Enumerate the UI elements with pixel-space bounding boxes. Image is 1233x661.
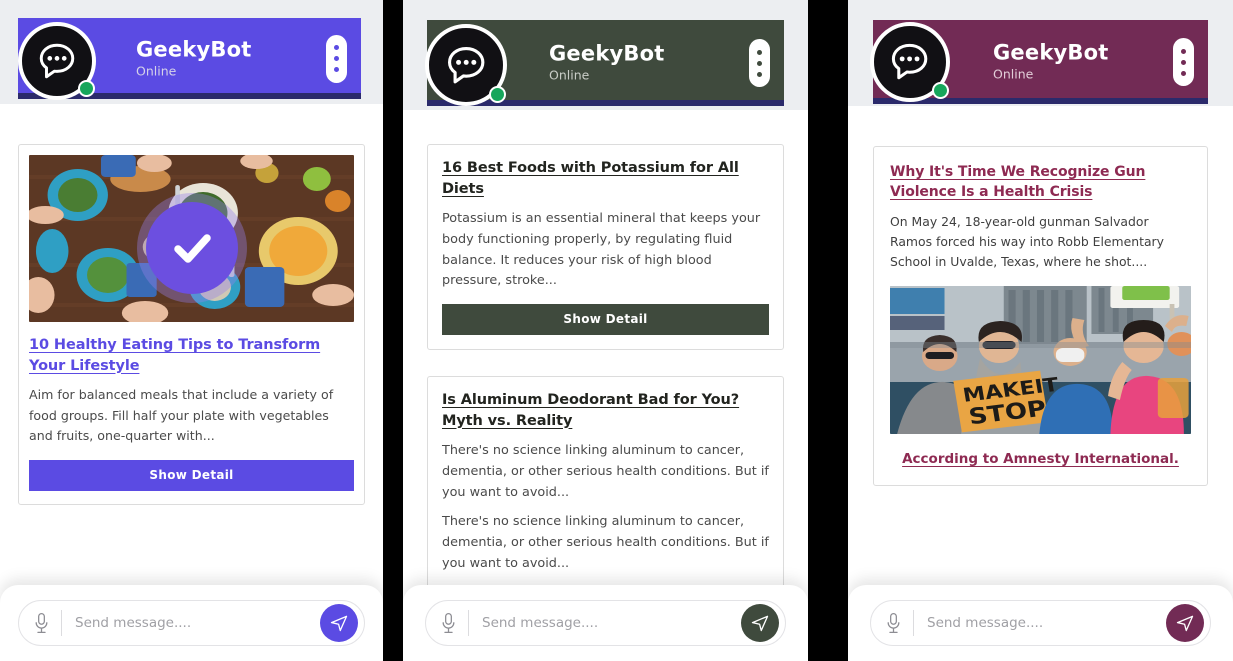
composer-pill[interactable] [18,600,365,646]
composer-pill[interactable] [870,600,1211,646]
article-card[interactable]: 16 Best Foods with Potassium for All Die… [427,144,784,351]
message-composer [848,585,1233,661]
avatar[interactable] [18,22,96,100]
send-paper-plane-icon [751,615,769,632]
article-snippet: There's no science linking aluminum to c… [442,443,769,500]
checkmark-glyph [173,234,211,263]
three-panel-chat-comparison: GeekyBot Online 10 Healthy Eating Tips t… [0,0,1233,661]
header-text-group: GeekyBot Online [136,37,251,78]
message-list: 10 Healthy Eating Tips to Transform Your… [0,104,383,661]
bot-name: GeekyBot [993,40,1109,65]
chat-panel-maroon: GeekyBot Online Why It's Time We Recogni… [848,0,1233,661]
kebab-dot [334,56,339,61]
composer-pill[interactable] [425,600,786,646]
article-snippet: On May 24, 18-year-old gunman Salvador R… [890,213,1164,269]
bot-status: Online [549,67,590,83]
avatar[interactable] [870,22,950,102]
message-list: 16 Best Foods with Potassium for All Die… [403,110,808,661]
article-card[interactable]: Why It's Time We Recognize Gun Violence … [873,146,1208,487]
article-snippet-repeat: There's no science linking aluminum to c… [442,514,769,571]
article-title[interactable]: Why It's Time We Recognize Gun Violence … [890,163,1191,203]
kebab-dot [757,49,762,55]
article-image-protest: MAKEIT STOP [890,286,1191,435]
show-detail-button[interactable]: Show Detail [29,460,354,492]
chat-panel-green: GeekyBot Online 16 Best Foods with Potas… [403,0,808,661]
chat-bubble-glyph [39,43,75,79]
article-snippet: Potassium is an essential mineral that k… [442,211,761,289]
chat-bubble-glyph [447,46,485,84]
message-input[interactable] [927,615,1166,631]
message-input[interactable] [482,615,741,631]
online-status-dot [489,86,506,103]
chat-panel-purple: GeekyBot Online 10 Healthy Eating Tips t… [0,0,383,661]
send-paper-plane-icon [1176,615,1194,632]
kebab-menu-icon[interactable] [749,39,770,87]
article-snippet: Aim for balanced meals that include a va… [29,387,334,443]
send-button[interactable] [320,604,358,642]
panel-gap [808,0,848,661]
message-composer [403,585,808,661]
kebab-dot [757,71,762,77]
online-status-dot [932,82,949,99]
source-link[interactable]: According to Amnesty International. [890,451,1191,467]
composer-divider [913,610,914,636]
message-composer [0,585,383,661]
bot-name: GeekyBot [549,41,665,66]
bot-name: GeekyBot [136,37,252,62]
article-title[interactable]: Is Aluminum Deodorant Bad for You? Myth … [442,390,769,431]
kebab-dot [1181,70,1186,76]
kebab-dot [334,45,339,50]
message-list: Why It's Time We Recognize Gun Violence … [848,106,1233,661]
send-paper-plane-icon [330,615,348,632]
microphone-icon[interactable] [33,611,50,636]
online-status-dot [78,80,95,97]
bot-status: Online [993,66,1034,82]
article-card[interactable]: Is Aluminum Deodorant Bad for You? Myth … [427,376,784,590]
kebab-menu-icon[interactable] [326,34,347,83]
article-title[interactable]: 16 Best Foods with Potassium for All Die… [442,158,769,199]
send-button[interactable] [741,604,779,642]
header-text-group: GeekyBot Online [993,41,1108,82]
send-button[interactable] [1166,604,1204,642]
bot-status: Online [136,63,177,79]
composer-divider [61,610,62,636]
kebab-dot [334,67,339,72]
chat-bubble-glyph [892,44,928,80]
checkmark-circle [145,202,238,294]
composer-divider [468,610,469,636]
kebab-dot [1181,48,1186,54]
avatar[interactable] [425,24,507,106]
message-input[interactable] [75,615,320,631]
kebab-dot [1181,59,1186,65]
microphone-icon[interactable] [440,611,457,636]
microphone-icon[interactable] [885,611,902,636]
header-text-group: GeekyBot Online [549,42,664,83]
kebab-menu-icon[interactable] [1173,38,1194,86]
checkmark-confirmation-icon [136,193,247,303]
show-detail-button[interactable]: Show Detail [442,304,769,336]
kebab-dot [757,60,762,66]
panel-gap [383,0,403,661]
article-title[interactable]: 10 Healthy Eating Tips to Transform Your… [29,335,354,376]
